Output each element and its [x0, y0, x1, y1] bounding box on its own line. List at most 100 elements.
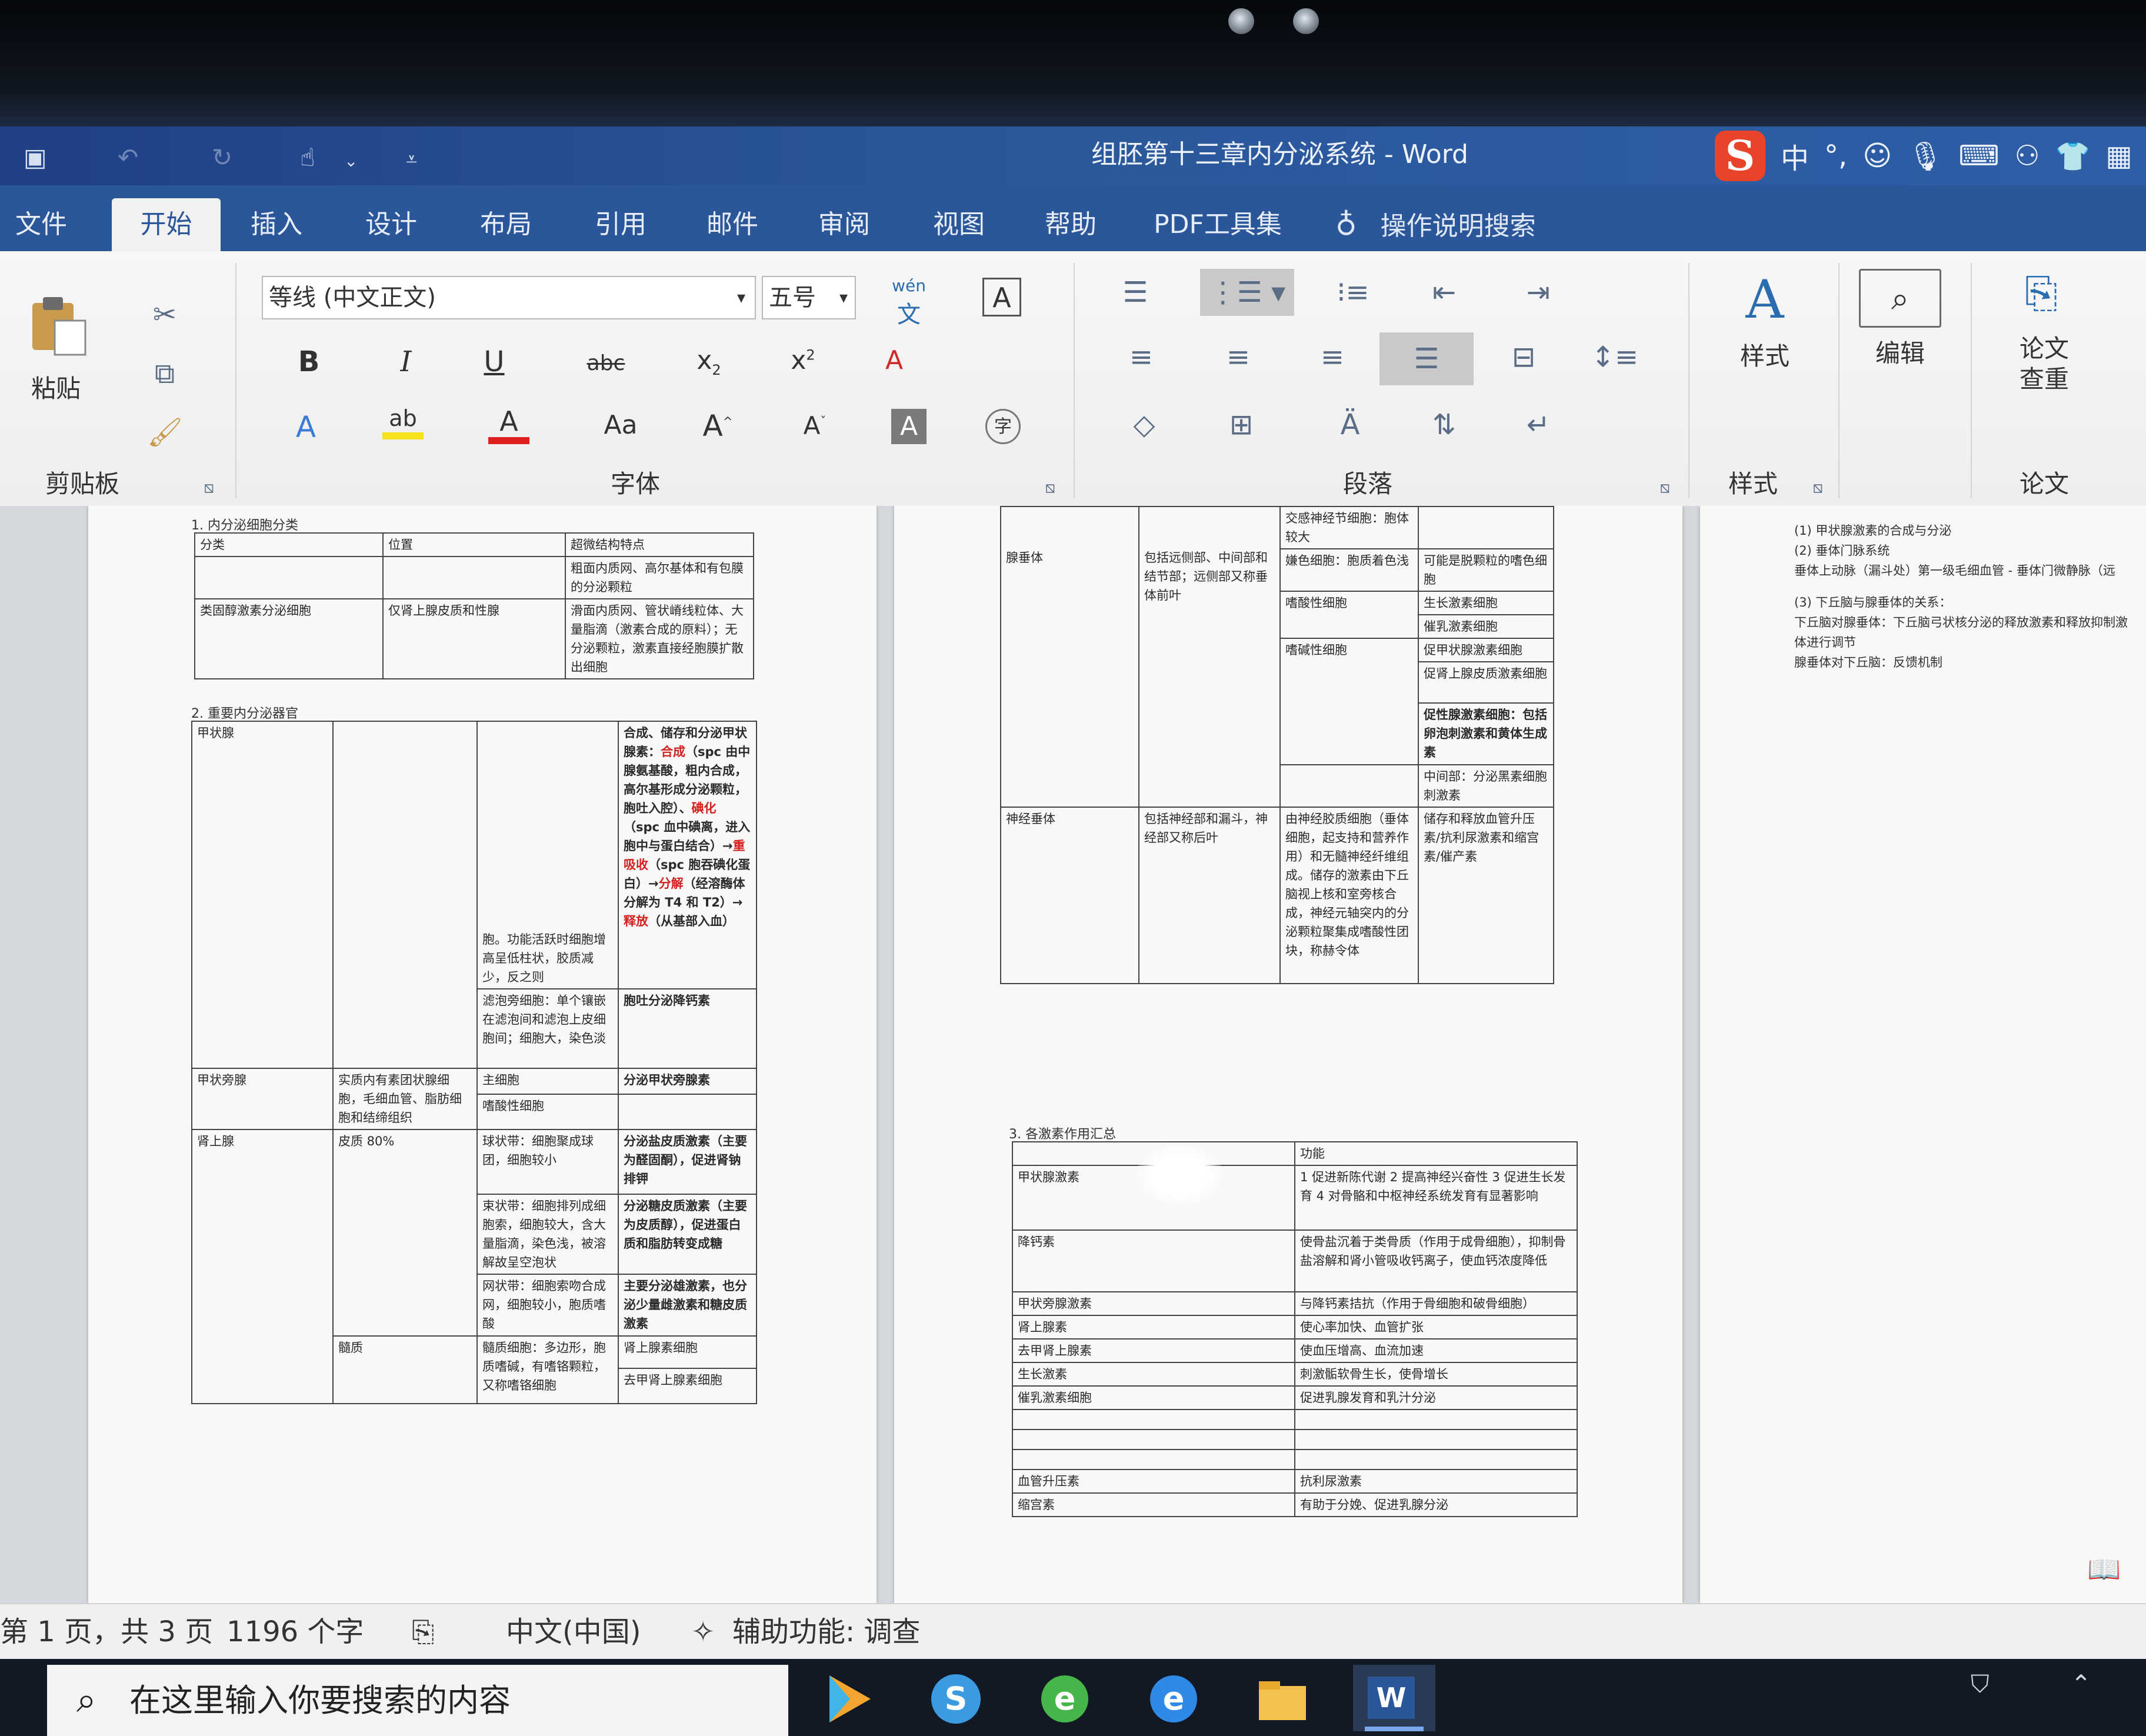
- paragraph-launcher-icon[interactable]: ⧅: [1653, 470, 1677, 505]
- internet-explorer-icon[interactable]: e: [1144, 1670, 1203, 1728]
- file-explorer-icon[interactable]: [1253, 1670, 1312, 1728]
- text-effects-button[interactable]: A: [288, 410, 324, 444]
- editing-button[interactable]: 编辑: [1859, 334, 1941, 369]
- sogou-ime-icon[interactable]: S: [1715, 131, 1765, 181]
- ie-green-icon[interactable]: e: [1035, 1670, 1094, 1728]
- bold-button[interactable]: B: [291, 345, 326, 378]
- phonetic-guide-button[interactable]: wén 文: [882, 276, 935, 329]
- cut-icon[interactable]: ✂: [147, 297, 182, 332]
- align-right-icon[interactable]: ≡: [1312, 339, 1353, 375]
- save-icon[interactable]: ▣: [24, 143, 47, 172]
- character-shading-button[interactable]: A: [891, 409, 927, 444]
- table-cell: [332, 721, 478, 1069]
- accessibility-status[interactable]: 辅助功能: 调查: [732, 1604, 920, 1660]
- line-spacing-icon[interactable]: ↕≡: [1588, 339, 1641, 375]
- tab-help[interactable]: 帮助: [1029, 198, 1112, 251]
- tab-references[interactable]: 引用: [579, 198, 662, 251]
- taskbar-search-input[interactable]: ⌕ 在这里输入你要搜索的内容: [47, 1665, 788, 1736]
- tab-pdf-tools[interactable]: PDF工具集: [1144, 198, 1291, 251]
- font-size-select[interactable]: 五号 ▾: [762, 276, 856, 319]
- styles-icon[interactable]: A: [1727, 269, 1803, 331]
- align-left-icon[interactable]: ≡: [1121, 339, 1162, 375]
- search-icon[interactable]: ⌕: [1859, 269, 1941, 328]
- bullets-icon[interactable]: ☰: [1115, 275, 1156, 310]
- strikethrough-button[interactable]: abc: [582, 351, 629, 375]
- styles-button[interactable]: 样式: [1721, 336, 1809, 372]
- table-header: 功能: [1294, 1141, 1578, 1166]
- tab-mailings[interactable]: 邮件: [691, 198, 774, 251]
- ribbon: 粘贴 ✂ ⧉ 🖌 剪贴板 ⧅ 等线 (中文正文) ▾ 五号 ▾ wén 文 A B…: [0, 251, 2146, 507]
- ime-lang-toggle[interactable]: 中: [1781, 135, 1809, 176]
- decrease-indent-icon[interactable]: ⇤: [1424, 275, 1465, 310]
- superscript-button[interactable]: x2: [782, 345, 824, 375]
- highlight-color-button[interactable]: ab: [382, 405, 424, 447]
- italic-button[interactable]: I: [388, 345, 424, 378]
- ime-punct-toggle[interactable]: °,: [1824, 139, 1847, 172]
- document-area[interactable]: 1. 内分泌细胞分类 分类 位置 超微结构特点 粗面内质网、高尔基体和有包膜的分…: [0, 506, 2146, 1603]
- tell-me-search[interactable]: ♁ 操作说明搜索: [1335, 198, 1536, 251]
- character-border-button[interactable]: A: [982, 278, 1021, 316]
- customize-qat-icon[interactable]: ⩡: [406, 148, 417, 171]
- emoji-icon[interactable]: ☺: [1862, 139, 1892, 172]
- document-page-2[interactable]: 腺垂体 包括远侧部、中间部和结节部；远侧部又称垂体前叶 交感神经节细胞：胞体较大…: [894, 506, 1682, 1603]
- toolbox-icon[interactable]: ▦: [2105, 139, 2132, 172]
- shield-icon[interactable]: ⛉: [1971, 1670, 2030, 1728]
- styles-launcher-icon[interactable]: ⧅: [1806, 470, 1830, 505]
- language-indicator[interactable]: 中文(中国): [506, 1604, 641, 1660]
- keyboard-icon[interactable]: ⌨: [1958, 139, 1999, 172]
- chevron-up-icon[interactable]: ⌃: [2071, 1670, 2130, 1728]
- font-name-select[interactable]: 等线 (中文正文) ▾: [262, 276, 756, 319]
- touch-mode-dropdown-icon[interactable]: ⌄: [344, 151, 358, 171]
- copy-icon[interactable]: ⧉: [147, 356, 182, 391]
- clipboard-launcher-icon[interactable]: ⧅: [197, 470, 221, 505]
- tab-layout[interactable]: 布局: [465, 198, 547, 251]
- undo-icon[interactable]: ↶: [118, 143, 138, 172]
- redo-icon[interactable]: ↻: [212, 143, 232, 172]
- clear-formatting-icon[interactable]: A: [877, 345, 912, 375]
- thesis-check-button[interactable]: 论文 查重: [2006, 334, 2082, 395]
- tab-home[interactable]: 开始: [112, 198, 221, 251]
- tab-review[interactable]: 审阅: [803, 198, 885, 251]
- increase-indent-icon[interactable]: ⇥: [1518, 275, 1559, 310]
- sort-icon[interactable]: ⇅: [1424, 407, 1465, 442]
- subscript-button[interactable]: x2: [688, 345, 729, 378]
- enclose-characters-button[interactable]: 字: [985, 409, 1021, 444]
- touch-mode-icon[interactable]: ☝: [300, 143, 315, 172]
- chevron-down-icon: ▾: [737, 288, 745, 307]
- distributed-icon[interactable]: ⊟: [1503, 339, 1544, 375]
- word-taskbar-icon[interactable]: W: [1353, 1665, 1435, 1731]
- proofing-icon[interactable]: ⎘: [412, 1604, 434, 1660]
- font-launcher-icon[interactable]: ⧅: [1038, 470, 1062, 505]
- microphone-icon[interactable]: 🎙: [1907, 139, 1943, 173]
- tab-file[interactable]: 文件: [0, 198, 82, 251]
- user-icon[interactable]: ⚇: [2015, 139, 2040, 172]
- document-page-3[interactable]: (1) 甲状腺激素的合成与分泌 (2) 垂体门脉系统 垂体上动脉（漏斗处）第一级…: [1700, 506, 2146, 1603]
- align-center-icon[interactable]: ≡: [1218, 339, 1259, 375]
- grow-font-button[interactable]: A^: [700, 409, 735, 443]
- document-page-1[interactable]: 1. 内分泌细胞分类 分类 位置 超微结构特点 粗面内质网、高尔基体和有包膜的分…: [88, 506, 877, 1603]
- asian-layout-icon[interactable]: Ä: [1327, 407, 1374, 442]
- show-marks-icon[interactable]: ↵: [1518, 407, 1559, 442]
- table-cell: 刺激骺软骨生长，使骨增长: [1294, 1362, 1578, 1387]
- tab-insert[interactable]: 插入: [235, 198, 318, 251]
- sogou-browser-icon[interactable]: S: [927, 1670, 985, 1728]
- skin-icon[interactable]: 👕: [2055, 139, 2091, 173]
- multilevel-list-icon[interactable]: ⁝≡: [1327, 275, 1379, 310]
- tab-view[interactable]: 视图: [918, 198, 1000, 251]
- numbering-icon[interactable]: ⋮☰ ▾: [1200, 269, 1294, 316]
- underline-button[interactable]: U: [476, 345, 512, 378]
- media-player-icon[interactable]: [818, 1670, 877, 1728]
- change-case-button[interactable]: Aa: [597, 410, 644, 440]
- font-color-button[interactable]: A: [488, 405, 529, 447]
- shading-icon[interactable]: ◇: [1121, 407, 1168, 442]
- plagiarism-check-icon[interactable]: ⎘: [2012, 269, 2071, 334]
- read-mode-icon[interactable]: 📖: [2087, 1553, 2122, 1588]
- tab-design[interactable]: 设计: [350, 198, 432, 251]
- word-count[interactable]: 1196 个字: [226, 1604, 364, 1660]
- borders-icon[interactable]: ⊞: [1218, 407, 1265, 442]
- justify-icon[interactable]: ☰: [1379, 332, 1474, 385]
- format-painter-icon[interactable]: 🖌: [147, 415, 183, 450]
- paste-button[interactable]: [24, 292, 94, 357]
- page-counter[interactable]: 第 1 页，共 3 页: [0, 1604, 213, 1660]
- shrink-font-button[interactable]: Aˇ: [797, 411, 832, 440]
